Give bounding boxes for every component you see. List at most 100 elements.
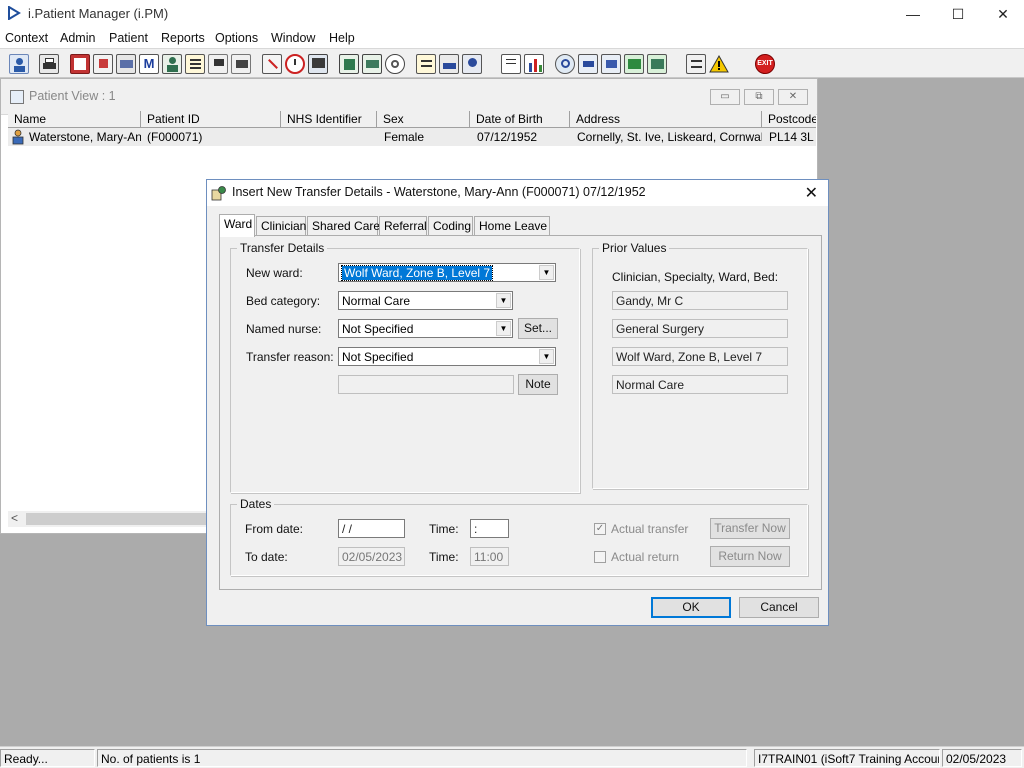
print-icon[interactable] <box>39 54 59 74</box>
clock-icon[interactable] <box>285 54 305 74</box>
app-title: i.Patient Manager (i.PM) <box>28 6 169 21</box>
sync-icon[interactable] <box>686 54 706 74</box>
print-alt-icon[interactable] <box>439 54 459 74</box>
tab-home-leave[interactable]: Home Leave <box>474 216 550 236</box>
m-icon[interactable]: M <box>139 54 159 74</box>
set-nurse-button[interactable]: Set... <box>518 318 558 339</box>
edit-record-icon[interactable] <box>93 54 113 74</box>
column-header-sex[interactable]: Sex <box>377 111 470 128</box>
convert-icon[interactable] <box>647 54 667 74</box>
transfer-details-group: Transfer Details New ward: Wolf Ward, Zo… <box>230 241 580 493</box>
menu-admin[interactable]: Admin <box>60 31 95 45</box>
warning-icon[interactable] <box>709 54 729 74</box>
transfer-reason-select[interactable]: Not Specified ▼ <box>338 347 556 366</box>
menu-reports[interactable]: Reports <box>161 31 205 45</box>
to-date-field[interactable]: 02/05/2023 <box>338 547 405 566</box>
to-time-field[interactable]: 11:00 <box>470 547 509 566</box>
tab-coding[interactable]: Coding <box>428 216 473 236</box>
cancel-button[interactable]: Cancel <box>739 597 819 618</box>
mdi-close-button[interactable]: ✕ <box>778 89 808 105</box>
menu-context[interactable]: Context <box>5 31 48 45</box>
transfer-dialog-icon <box>211 186 226 201</box>
chart-icon[interactable] <box>524 54 544 74</box>
mdi-minimize-button[interactable]: ▭ <box>710 89 740 105</box>
cell-postcode: PL14 3L <box>769 130 814 144</box>
transfer-icon[interactable] <box>624 54 644 74</box>
app-logo-icon <box>8 6 21 20</box>
note-button[interactable]: Note <box>518 374 558 395</box>
mdi-restore-button[interactable]: ⧉ <box>744 89 774 105</box>
menu-help[interactable]: Help <box>329 31 355 45</box>
note-field[interactable] <box>338 375 514 394</box>
actual-return-checkbox[interactable] <box>594 551 606 563</box>
scan-icon[interactable] <box>116 54 136 74</box>
flag-alt-icon[interactable] <box>231 54 251 74</box>
chat-icon[interactable] <box>362 54 382 74</box>
status-account: I7TRAIN01 (iSoft7 Training Account) <box>754 749 940 767</box>
bed-category-select[interactable]: Normal Care ▼ <box>338 291 513 310</box>
tab-ward[interactable]: Ward <box>219 214 255 237</box>
column-header-name[interactable]: Name <box>8 111 141 128</box>
scrollbar-thumb[interactable] <box>26 513 208 525</box>
transfer-now-button[interactable]: Transfer Now <box>710 518 790 539</box>
from-time-field[interactable]: : <box>470 519 509 538</box>
minimize-button[interactable]: — <box>890 0 936 28</box>
book-icon[interactable] <box>70 54 90 74</box>
column-header-dob[interactable]: Date of Birth <box>470 111 570 128</box>
new-ward-label: New ward: <box>246 266 303 280</box>
list-icon[interactable] <box>416 54 436 74</box>
cell-dob: 07/12/1952 <box>477 130 538 144</box>
column-header-postcode[interactable]: Postcode <box>762 111 816 128</box>
column-header-patient-id[interactable]: Patient ID <box>141 111 281 128</box>
chevron-down-icon[interactable]: ▼ <box>496 293 511 308</box>
search-icon[interactable] <box>555 54 575 74</box>
column-header-address[interactable]: Address <box>570 111 762 128</box>
maximize-icon: ☐ <box>951 5 965 22</box>
cancel-doc-icon[interactable] <box>262 54 282 74</box>
menu-window[interactable]: Window <box>271 31 315 45</box>
document-icon[interactable] <box>339 54 359 74</box>
check-icon[interactable] <box>578 54 598 74</box>
menu-patient[interactable]: Patient <box>109 31 148 45</box>
new-ward-select[interactable]: Wolf Ward, Zone B, Level 7 ▼ <box>338 263 556 282</box>
exit-icon[interactable]: EXIT <box>755 54 775 74</box>
refresh-icon[interactable] <box>385 54 405 74</box>
actual-transfer-checkbox[interactable]: ✓ <box>594 523 606 535</box>
chevron-down-icon[interactable]: ▼ <box>539 265 554 280</box>
close-button[interactable]: ✕ <box>980 0 1024 28</box>
prior-values-group: Prior Values Clinician, Specialty, Ward,… <box>592 241 808 489</box>
page-icon[interactable] <box>501 54 521 74</box>
named-nurse-select[interactable]: Not Specified ▼ <box>338 319 513 338</box>
ward-tab-panel: Transfer Details New ward: Wolf Ward, Zo… <box>219 235 822 590</box>
users-icon[interactable] <box>462 54 482 74</box>
monitor-icon[interactable] <box>308 54 328 74</box>
toolbar: M EXIT <box>0 48 1024 78</box>
select-patient-icon[interactable] <box>9 54 29 74</box>
from-date-field[interactable]: / / <box>338 519 405 538</box>
maximize-button[interactable]: ☐ <box>935 0 981 28</box>
tab-clinician[interactable]: Clinician <box>256 216 306 236</box>
prior-ward-field: Wolf Ward, Zone B, Level 7 <box>612 347 788 366</box>
minimize-icon: — <box>906 6 920 22</box>
return-now-button[interactable]: Return Now <box>710 546 790 567</box>
chevron-down-icon[interactable]: ▼ <box>539 349 554 364</box>
table-row[interactable]: Waterstone, Mary-Ann (F000071) Female 07… <box>8 128 816 146</box>
dates-group: Dates From date: / / Time: : To date: 02… <box>230 497 808 576</box>
flag-icon[interactable] <box>208 54 228 74</box>
menu-options[interactable]: Options <box>215 31 258 45</box>
cell-sex: Female <box>384 130 425 144</box>
ok-button[interactable]: OK <box>651 597 731 618</box>
notes-icon[interactable] <box>185 54 205 74</box>
column-header-nhs-identifier[interactable]: NHS Identifier <box>281 111 377 128</box>
status-patient-count: No. of patients is 1 <box>97 749 747 767</box>
person-icon[interactable] <box>162 54 182 74</box>
dialog-close-icon[interactable]: ✕ <box>805 183 818 203</box>
tab-referral[interactable]: Referral <box>379 216 427 236</box>
tab-shared-care[interactable]: Shared Care <box>307 216 380 236</box>
horizontal-scrollbar[interactable]: < <box>8 511 208 527</box>
chevron-down-icon[interactable]: ▼ <box>496 321 511 336</box>
scroll-left-icon[interactable]: < <box>11 511 18 525</box>
patient-view-titlebar: Patient View : 1 ▭ ⧉ ✕ <box>1 79 817 115</box>
verify-icon[interactable] <box>601 54 621 74</box>
transfer-dialog: Insert New Transfer Details - Waterstone… <box>206 179 829 626</box>
